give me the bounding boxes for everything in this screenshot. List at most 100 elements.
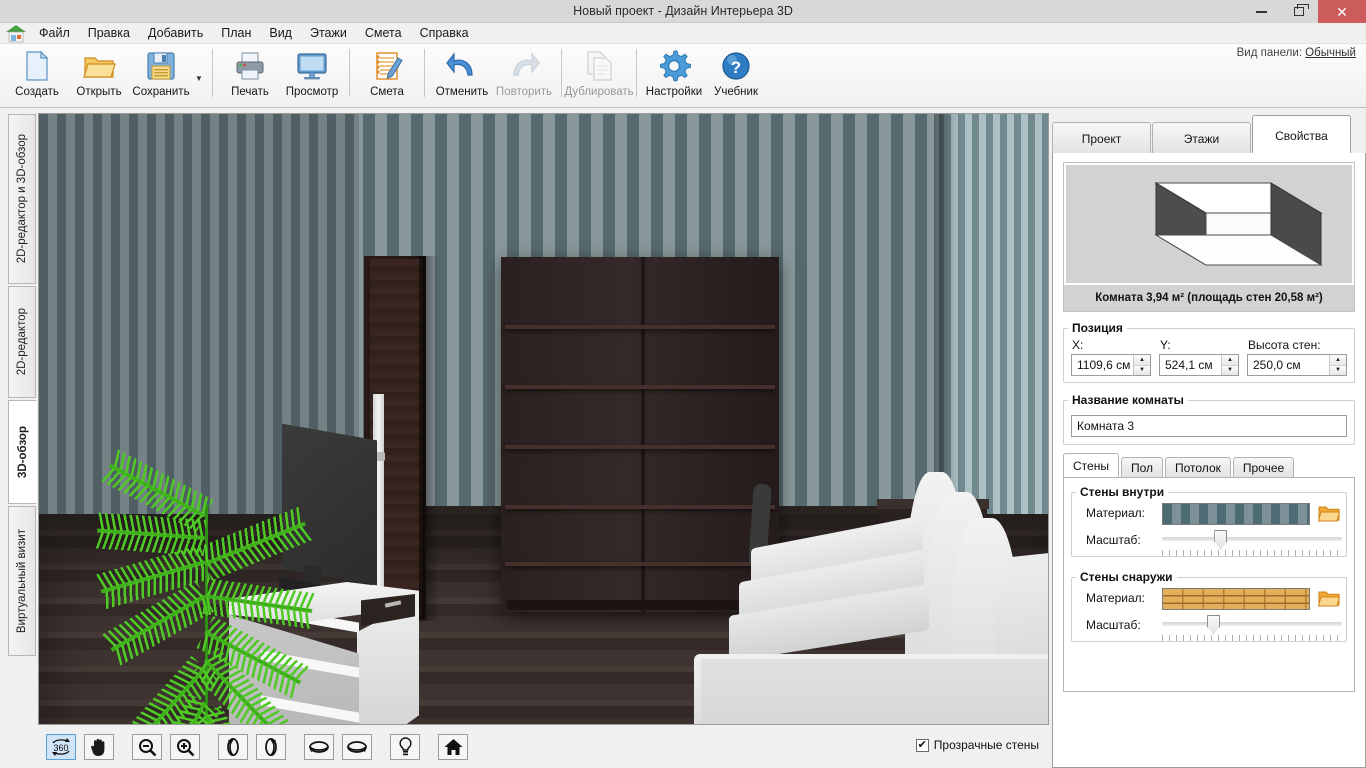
viewport-button-rotate-horizontal-left[interactable] bbox=[304, 734, 334, 760]
transparent-walls-option[interactable]: ✔ Прозрачные стены bbox=[916, 738, 1039, 752]
y-spin-down[interactable]: ▼ bbox=[1222, 366, 1238, 376]
wall-height-spin-arrows[interactable]: ▲ ▼ bbox=[1329, 355, 1346, 375]
menu-item-file[interactable]: Файл bbox=[30, 24, 79, 42]
sidebar-tab-3d-view[interactable]: 3D-обзор bbox=[8, 400, 37, 504]
viewport-button-home-view[interactable] bbox=[438, 734, 468, 760]
menu-item-view[interactable]: Вид bbox=[260, 24, 301, 42]
menu-item-estimate[interactable]: Смета bbox=[356, 24, 411, 42]
y-spin-arrows[interactable]: ▲ ▼ bbox=[1221, 355, 1238, 375]
wall-height-spinner[interactable]: 250,0 см ▲ ▼ bbox=[1247, 354, 1347, 376]
menu-item-help[interactable]: Справка bbox=[411, 24, 478, 42]
toolbar-label-preview: Просмотр bbox=[286, 86, 339, 98]
wardrobe-shelf bbox=[505, 562, 775, 566]
sidebar-tab-2d-editor[interactable]: 2D-редактор bbox=[8, 286, 36, 398]
room-preview-box: Комната 3,94 м² (площадь стен 20,58 м²) bbox=[1063, 162, 1355, 312]
maximize-button[interactable] bbox=[1280, 0, 1318, 23]
rendered-room-scene bbox=[39, 114, 1048, 724]
tab-floor[interactable]: Пол bbox=[1121, 457, 1163, 477]
tab-ceiling[interactable]: Потолок bbox=[1165, 457, 1231, 477]
tab-properties[interactable]: Свойства bbox=[1252, 115, 1351, 155]
toolbar-button-tutorial[interactable]: ? Учебник bbox=[705, 44, 767, 106]
y-spin-up[interactable]: ▲ bbox=[1222, 355, 1238, 366]
tab-floors[interactable]: Этажи bbox=[1152, 122, 1251, 155]
walls-inside-browse-button[interactable] bbox=[1318, 504, 1340, 524]
toolbar-button-undo[interactable]: Отменить bbox=[431, 44, 493, 106]
viewport-button-pan[interactable] bbox=[84, 734, 114, 760]
wall-height-spin-down[interactable]: ▼ bbox=[1330, 366, 1346, 376]
tab-project[interactable]: Проект bbox=[1052, 122, 1151, 155]
menu-item-floors[interactable]: Этажи bbox=[301, 24, 356, 42]
sidebar-tab-2d-and-3d[interactable]: 2D-редактор и 3D-обзор bbox=[8, 114, 36, 284]
toolbar-button-open[interactable]: Открыть bbox=[68, 44, 130, 106]
viewport-button-rotate-vertical-right[interactable] bbox=[256, 734, 286, 760]
save-dropdown-button[interactable]: ▼ bbox=[192, 44, 206, 106]
maximize-icon bbox=[1294, 7, 1304, 16]
close-button[interactable]: ✕ bbox=[1318, 0, 1366, 23]
viewport-button-zoom-out[interactable] bbox=[132, 734, 162, 760]
x-spin-down[interactable]: ▼ bbox=[1134, 366, 1150, 376]
toolbar-label-duplicate: Дублировать bbox=[564, 86, 633, 98]
menu-item-edit[interactable]: Правка bbox=[79, 24, 139, 42]
sidebar-tab-virtual-tour[interactable]: Виртуальный визит bbox=[8, 506, 36, 656]
viewport-button-rotate-vertical-left[interactable] bbox=[218, 734, 248, 760]
viewport-button-orbit-360[interactable]: 360 bbox=[46, 734, 76, 760]
toolbar-button-save[interactable]: Сохранить bbox=[130, 44, 192, 106]
walls-outside-material-swatch[interactable] bbox=[1162, 588, 1310, 610]
new-document-icon bbox=[20, 49, 54, 83]
toolbar-separator bbox=[424, 49, 425, 97]
walls-outside-scale-slider[interactable] bbox=[1162, 615, 1342, 633]
room-preview-image bbox=[1066, 165, 1352, 283]
wardrobe-shelf bbox=[505, 505, 775, 509]
toolbar-button-redo[interactable]: Повторить bbox=[493, 44, 555, 106]
3d-viewport[interactable] bbox=[38, 113, 1049, 725]
room-preview-caption: Комната 3,94 м² (площадь стен 20,58 м²) bbox=[1064, 285, 1354, 311]
menu-item-plan[interactable]: План bbox=[212, 24, 260, 42]
wall-height-spin-up[interactable]: ▲ bbox=[1330, 355, 1346, 366]
walls-inside-material-swatch[interactable] bbox=[1162, 503, 1310, 525]
open-folder-icon bbox=[1318, 589, 1340, 608]
wardrobe-shelf bbox=[505, 445, 775, 449]
toolbar-button-duplicate[interactable]: Дублировать bbox=[568, 44, 630, 106]
walls-outside-material-label: Материал: bbox=[1086, 591, 1145, 605]
door-shadow bbox=[419, 256, 439, 621]
y-spinner[interactable]: 524,1 см ▲ ▼ bbox=[1159, 354, 1239, 376]
slider-thumb[interactable] bbox=[1207, 615, 1220, 634]
sidebar-tab-label: 3D-обзор bbox=[17, 426, 29, 478]
x-spin-up[interactable]: ▲ bbox=[1134, 355, 1150, 366]
sidebar-tab-label: Виртуальный визит bbox=[16, 529, 28, 633]
x-spin-arrows[interactable]: ▲ ▼ bbox=[1133, 355, 1150, 375]
viewport-button-rotate-horizontal-right[interactable] bbox=[342, 734, 372, 760]
viewport-button-lighting[interactable] bbox=[390, 734, 420, 760]
transparent-walls-checkbox[interactable]: ✔ bbox=[916, 739, 929, 752]
panel-view-link[interactable]: Обычный bbox=[1305, 47, 1356, 59]
walls-inside-scale-slider[interactable] bbox=[1162, 530, 1342, 548]
estimate-notepad-icon bbox=[370, 49, 404, 83]
wardrobe-shelving-unit bbox=[501, 257, 779, 612]
toolbar-button-estimate[interactable]: Смета bbox=[356, 44, 418, 106]
rotate-horizontal-left-icon bbox=[308, 738, 330, 756]
minimize-button[interactable] bbox=[1242, 0, 1280, 23]
panel-view-switcher: Вид панели: Обычный bbox=[1237, 47, 1356, 59]
title-bar: Новый проект - Дизайн Интерьера 3D ✕ bbox=[0, 0, 1366, 23]
viewport-button-zoom-in[interactable] bbox=[170, 734, 200, 760]
menu-item-add[interactable]: Добавить bbox=[139, 24, 212, 42]
toolbar-button-new[interactable]: Создать bbox=[6, 44, 68, 106]
y-value: 524,1 см bbox=[1160, 358, 1221, 372]
plant-frond bbox=[109, 464, 206, 518]
slider-thumb[interactable] bbox=[1214, 530, 1227, 549]
tab-other[interactable]: Прочее bbox=[1233, 457, 1294, 477]
tab-label: Свойства bbox=[1275, 129, 1328, 143]
room-name-group: Название комнаты Комната 3 bbox=[1063, 393, 1355, 445]
room-name-input[interactable]: Комната 3 bbox=[1071, 415, 1347, 437]
orbit-360-icon: 360 bbox=[50, 737, 72, 757]
x-spinner[interactable]: 1109,6 см ▲ ▼ bbox=[1071, 354, 1151, 376]
toolbar-button-preview[interactable]: Просмотр bbox=[281, 44, 343, 106]
surface-tab-strip: Стены Пол Потолок Прочее bbox=[1063, 453, 1296, 477]
tab-label: Проект bbox=[1082, 132, 1122, 146]
zoom-out-icon bbox=[138, 738, 157, 757]
toolbar-button-print[interactable]: Печать bbox=[219, 44, 281, 106]
toolbar-button-settings[interactable]: Настройки bbox=[643, 44, 705, 106]
rotate-vertical-right-icon bbox=[262, 737, 280, 757]
walls-outside-browse-button[interactable] bbox=[1318, 589, 1340, 609]
tab-walls[interactable]: Стены bbox=[1063, 453, 1119, 477]
